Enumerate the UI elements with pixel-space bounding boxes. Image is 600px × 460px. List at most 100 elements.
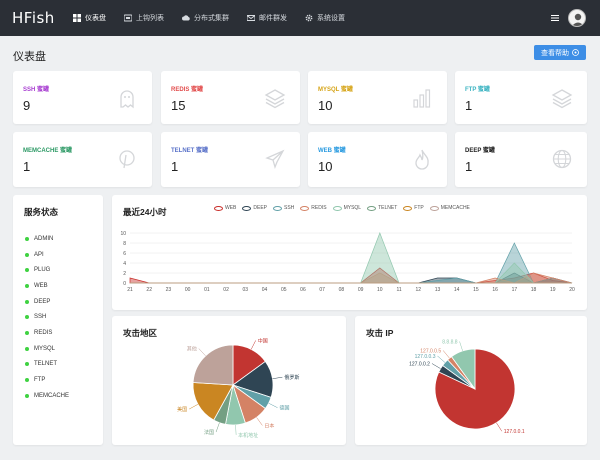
attack-region-chart: 中国俄罗斯德国日本本机地址 法国 美国 其他 [177, 337, 299, 438]
cloud-icon [182, 15, 190, 21]
x-tick-label: 08 [339, 287, 345, 293]
y-tick-label: 4 [123, 261, 126, 267]
pie-label-line [235, 424, 237, 435]
nav-label: 上钩列表 [136, 15, 164, 22]
stat-value: 9 [23, 98, 31, 113]
pie-label-line [250, 340, 256, 350]
service-name: REDIS [34, 329, 53, 336]
service-item-telnet: TELNET [25, 357, 69, 373]
top-navbar: HFish 仪表盘 上钩列表 分布式集群 邮件群发 系统设置 [0, 0, 600, 36]
pie-slice-7[interactable] [192, 344, 234, 386]
nav-label: 系统设置 [317, 15, 345, 22]
service-list: ADMIN API PLUG WEB DEEP SSH REDIS MYSQL TELNET FT… [25, 231, 69, 404]
pie-label-line [496, 422, 503, 432]
service-name: SSH [34, 314, 47, 321]
stat-value: 15 [171, 98, 186, 113]
pie-slice-label: 127.0.0.3 [415, 354, 436, 360]
service-name: DEEP [34, 298, 51, 305]
x-tick-label: 01 [204, 287, 210, 293]
brand-logo[interactable]: HFish [12, 9, 55, 27]
nav-settings[interactable]: 系统设置 [296, 0, 354, 36]
nav-hook-list[interactable]: 上钩列表 [115, 0, 173, 36]
user-avatar[interactable] [568, 9, 586, 27]
x-tick-label: 16 [492, 287, 498, 293]
x-tick-label: 13 [435, 287, 441, 293]
attack-ip-chart: 127.0.0.1 127.0.0.2 127.0.0.3127.0.0.58.8.… [409, 339, 525, 435]
hook-icon [124, 14, 132, 22]
last-24h-panel: 最近24小时 WEB DEEP SSH REDIS MYSQL TELNET FTP MEMC… [112, 195, 587, 310]
y-tick-label: 2 [123, 271, 126, 277]
stat-label: FTP 蜜罐 [465, 87, 490, 93]
pie-label-line [437, 355, 446, 363]
stat-card-web[interactable]: WEB 蜜罐 10 [308, 132, 447, 187]
x-tick-label: 00 [185, 287, 191, 293]
ghost-icon [120, 90, 134, 109]
nav-mail[interactable]: 邮件群发 [238, 0, 296, 36]
stat-label: MEMCACHE 蜜罐 [23, 148, 72, 154]
service-status-title: 服务状态 [24, 207, 59, 217]
gear-icon [305, 14, 313, 22]
stat-card-memcache[interactable]: MEMCACHE 蜜罐 1 [13, 132, 152, 187]
pie-slice-label: 127.0.0.5 [420, 348, 441, 354]
help-button-label: 查看帮助 [541, 49, 569, 57]
stat-card-deep[interactable]: DEEP 蜜罐 1 [455, 132, 587, 187]
fire-icon [415, 149, 429, 170]
pie-slice-label: 法国 [204, 429, 214, 436]
pie-label-line [215, 422, 220, 433]
service-item-deep: DEEP [25, 294, 69, 310]
stat-value: 1 [23, 159, 31, 174]
layers-icon [551, 89, 573, 109]
attack-ip-panel: 攻击 IP 127.0.0.1 127.0.0.2 127.0.0.3 127.0.0… [355, 316, 587, 445]
attack-region-panel: 攻击地区 中国 俄罗斯 德国 日本 本机地址 法国 美国 其他 [112, 316, 346, 445]
service-name: FTP [34, 377, 46, 384]
x-tick-label: 10 [377, 287, 383, 293]
globe-icon [552, 149, 572, 169]
x-tick-label: 05 [281, 287, 287, 293]
service-name: MEMCACHE [34, 392, 70, 399]
pie-slice-label: 德国 [280, 405, 290, 412]
status-dot-icon [25, 299, 29, 304]
service-item-web: WEB [25, 278, 69, 294]
pie-slice-label: 8.8.8.8 [442, 339, 458, 345]
x-tick-label: 11 [396, 287, 401, 293]
bar-chart-icon [413, 89, 431, 108]
help-button[interactable]: 查看帮助 [534, 45, 586, 60]
dashboard-icon [73, 14, 81, 22]
pie-slice-label: 127.0.0.1 [504, 429, 525, 435]
last-24h-chart: 024681021 22 23 00 01 02 03 04 05 06 07 08 09 10 11 12 1… [120, 231, 575, 293]
stat-label: DEEP 蜜罐 [465, 148, 495, 154]
pie-label-line [268, 402, 278, 408]
stat-card-ssh[interactable]: SSH 蜜罐 9 [13, 71, 152, 124]
x-tick-label: 17 [512, 287, 518, 293]
stat-card-telnet[interactable]: TELNET 蜜罐 1 [161, 132, 300, 187]
stat-card-mysql[interactable]: MYSQL 蜜罐 10 [308, 71, 447, 124]
nav-cluster[interactable]: 分布式集群 [173, 0, 238, 36]
pie-label-line [442, 350, 450, 359]
menu-icon[interactable] [550, 13, 560, 23]
pie-label-line [189, 404, 199, 410]
status-dot-icon [25, 236, 29, 241]
x-tick-label: 09 [358, 287, 364, 293]
service-name: TELNET [34, 361, 58, 368]
pie-label-line [272, 376, 283, 379]
x-tick-label: 03 [243, 287, 249, 293]
page-title: 仪表盘 [13, 51, 46, 63]
service-name: MYSQL [34, 345, 56, 352]
y-tick-label: 6 [123, 251, 126, 257]
x-tick-label: 19 [550, 287, 556, 293]
pie-label-line [198, 348, 206, 357]
stat-card-ftp[interactable]: FTP 蜜罐 1 [455, 71, 587, 124]
x-tick-label: 18 [531, 287, 537, 293]
service-item-plug: PLUG [25, 262, 69, 278]
stat-card-redis[interactable]: REDIS 蜜罐 15 [161, 71, 300, 124]
nav-dashboard[interactable]: 仪表盘 [64, 0, 115, 36]
series-area-mysql[interactable] [130, 232, 572, 284]
help-circle-icon [572, 49, 579, 56]
x-tick-label: 02 [223, 287, 229, 293]
status-dot-icon [25, 268, 29, 273]
nav-label: 邮件群发 [259, 15, 287, 22]
pie-label-line [459, 341, 463, 352]
x-tick-label: 14 [454, 287, 460, 293]
service-name: PLUG [34, 267, 51, 274]
avatar-icon [572, 13, 584, 26]
